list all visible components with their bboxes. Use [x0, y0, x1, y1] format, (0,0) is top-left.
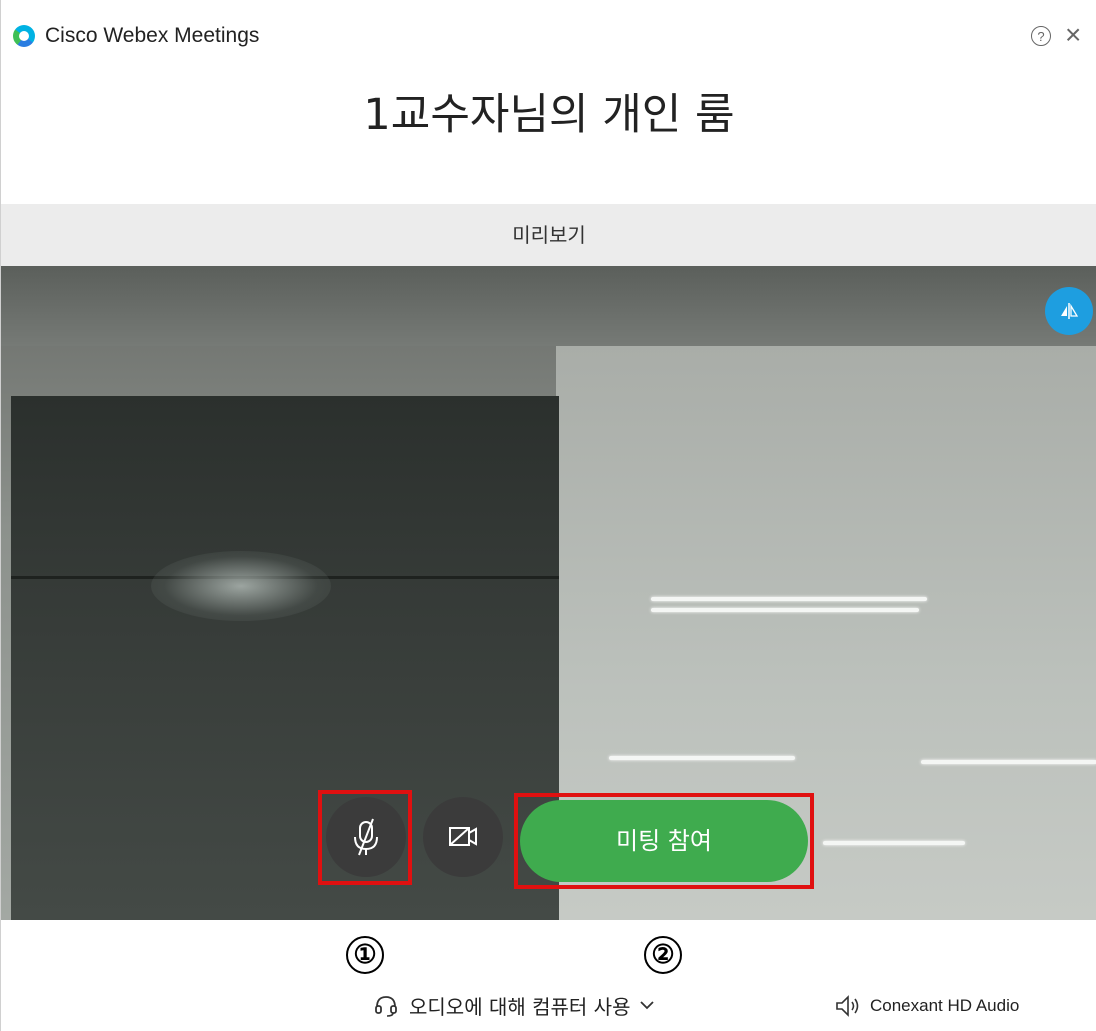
- audio-connection-label: 오디오에 대해 컴퓨터 사용: [409, 994, 631, 1019]
- ceiling-light: [921, 760, 1096, 764]
- speaker-icon: [836, 995, 859, 1017]
- room-title: 1교수자님의 개인 룸: [363, 90, 735, 140]
- close-icon[interactable]: ×: [1065, 20, 1081, 50]
- video-ceiling: [1, 266, 1096, 346]
- video-toggle-button[interactable]: [423, 797, 503, 877]
- speaker-device-label: Conexant HD Audio: [870, 996, 1020, 1015]
- preview-label: 미리보기: [512, 223, 586, 247]
- video-glare: [151, 551, 331, 621]
- highlight-box-join: [514, 793, 814, 889]
- preview-header: 미리보기: [1, 204, 1096, 266]
- headset-icon: [375, 996, 397, 1017]
- ceiling-light: [609, 756, 795, 760]
- video-off-icon: [449, 827, 477, 846]
- webex-logo-icon: [13, 25, 35, 47]
- webex-preview-window: Cisco Webex Meetings ? × 1교수자님의 개인 룸 미리보…: [0, 0, 1096, 1031]
- help-icon[interactable]: ?: [1031, 26, 1051, 46]
- annotation-marker-2: ②: [644, 936, 682, 974]
- chevron-down-icon: [640, 1001, 655, 1010]
- ceiling-light: [651, 608, 919, 612]
- ceiling-light: [651, 597, 927, 601]
- annotation-marker-1: ①: [346, 936, 384, 974]
- ceiling-light: [823, 841, 965, 845]
- audio-connection-selector[interactable]: 오디오에 대해 컴퓨터 사용: [373, 990, 656, 1020]
- mirror-view-button[interactable]: [1045, 287, 1093, 335]
- speaker-selector[interactable]: Conexant HD Audio: [834, 992, 1019, 1020]
- highlight-box-mute: [318, 790, 412, 885]
- mirror-icon: [1061, 303, 1079, 319]
- title-bar: Cisco Webex Meetings ? ×: [1, 0, 1096, 70]
- app-title: Cisco Webex Meetings: [45, 24, 260, 47]
